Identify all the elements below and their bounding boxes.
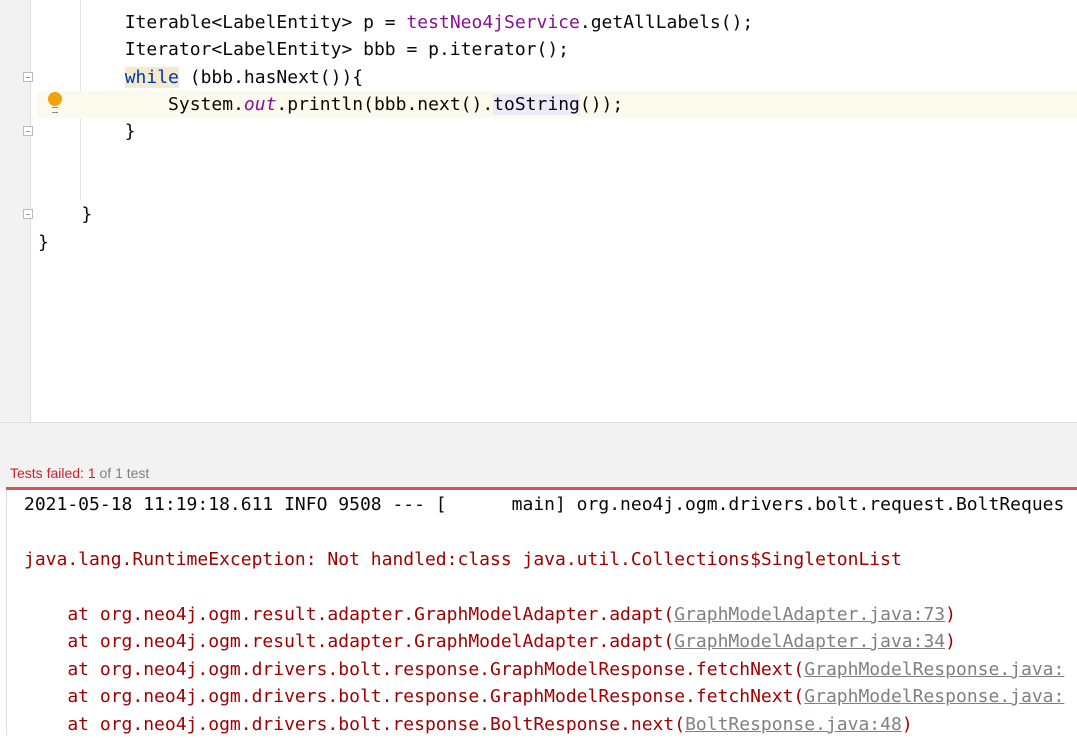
source-link[interactable]: GraphModelAdapter.java:73 (674, 604, 945, 625)
source-link[interactable]: GraphModelAdapter.java:34 (674, 631, 945, 652)
editor-gutter (0, 0, 33, 422)
code-line: Iterator<LabelEntity> bbb = p.iterator()… (124, 39, 570, 60)
console-output[interactable]: 2021-05-18 11:19:18.611 INFO 9508 --- [ … (6, 490, 1077, 735)
tests-failed-label: Tests failed: (10, 465, 88, 481)
code-line: } (38, 232, 49, 253)
source-link[interactable]: BoltResponse.java:48 (685, 714, 902, 735)
failed-count: 1 (87, 465, 96, 481)
total-tests: of 1 test (95, 465, 150, 481)
fold-marker-icon[interactable] (23, 72, 33, 82)
stack-frame: at org.neo4j.ogm.drivers.bolt.response.B… (24, 714, 913, 735)
code-line: System.out.println(bbb.next().toString()… (168, 94, 624, 115)
stack-frame: at org.neo4j.ogm.result.adapter.GraphMod… (24, 604, 956, 625)
stack-frame: at org.neo4j.ogm.drivers.bolt.response.G… (24, 659, 1065, 680)
stack-frame: at org.neo4j.ogm.result.adapter.GraphMod… (24, 631, 956, 652)
code-line: while (bbb.hasNext()){ (124, 67, 364, 88)
exception-line: java.lang.RuntimeException: Not handled:… (24, 549, 902, 570)
stack-frame: at org.neo4j.ogm.drivers.bolt.response.G… (24, 686, 1065, 707)
source-link[interactable]: GraphModelResponse.java: (804, 686, 1064, 707)
code-editor[interactable]: Iterable<LabelEntity> p = testNeo4jServi… (0, 0, 1077, 422)
tool-window-toolbar (0, 422, 1077, 457)
code-line: } (124, 121, 136, 142)
fold-marker-icon[interactable] (23, 126, 33, 136)
source-link[interactable]: GraphModelResponse.java: (804, 659, 1064, 680)
code-line: } (81, 204, 93, 225)
console-line: 2021-05-18 11:19:18.611 INFO 9508 --- [ … (24, 494, 1065, 515)
code-line: Iterable<LabelEntity> p = testNeo4jServi… (124, 12, 754, 33)
fold-marker-icon[interactable] (23, 209, 33, 219)
test-status-bar: Tests failed: 1 of 1 test (0, 456, 1077, 488)
